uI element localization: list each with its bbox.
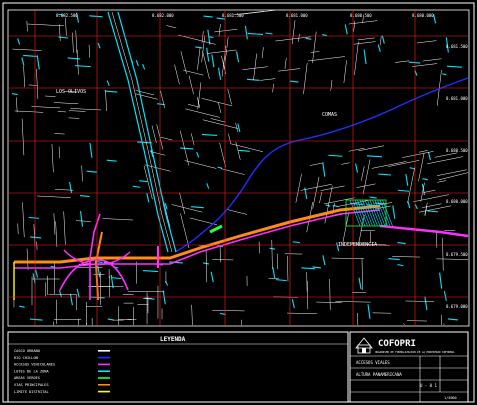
title-block-sheet-code: U - 0 1 [420,383,437,388]
district-label-comas: COMAS [322,112,337,118]
legend-item-label: ACCESOS VEHICULARES [14,363,55,367]
legend-item-label: LIMITE DISTRITAL [14,390,49,394]
grid-label-right: 8.679.500 [446,252,468,257]
cad-map-canvas[interactable]: LOS OLIVOS COMAS INDEPENDENCIA 8.682.500… [0,0,477,405]
grid-label-top: 8.681.500 [222,13,244,18]
grid-label-right: 8.679.000 [446,304,468,309]
title-block-subtitle: ORGANISMO DE FORMALIZACION DE LA PROPIED… [375,350,455,354]
grid-label-right: 8.681.000 [446,96,468,101]
legend-panel: LEYENDA CASCO URBANO RIO CHILLON ACCESOS V… [7,331,349,403]
legend-item-label: VIAS PRINCIPALES [14,383,49,387]
legend-item-label: AREAS VERDES [14,376,40,380]
district-label-los-olivos: LOS OLIVOS [56,89,86,95]
title-block-org: COFOPRI [378,339,416,349]
title-block-row1: ACCESOS VIALES [356,360,390,365]
grid-label-top: 8.680.000 [412,13,434,18]
grid-label-top: 8.682.500 [56,13,78,18]
title-block: COFOPRI ORGANISMO DE FORMALIZACION DE LA… [349,331,469,403]
grid-label-right: 8.680.500 [446,148,468,153]
grid-label-right: 8.680.000 [446,199,468,204]
grid-label-top: 8.681.000 [286,13,308,18]
legend-item-label: RIO CHILLON [14,356,38,360]
district-label-independencia: INDEPENDENCIA [338,242,377,248]
grid-label-right: 8.681.500 [446,44,468,49]
legend-item-label: CASCO URBANO [14,349,40,353]
grid-label-top: 8.682.000 [152,13,174,18]
legend-title: LEYENDA [160,336,186,343]
grid-label-top: 8.680.500 [350,13,372,18]
title-block-scale: 1/5000 [444,396,457,400]
legend-item-label: LOTES DE LA ZONA [14,369,49,373]
title-block-row2: ALTURA PANAMERICANA [356,372,402,377]
